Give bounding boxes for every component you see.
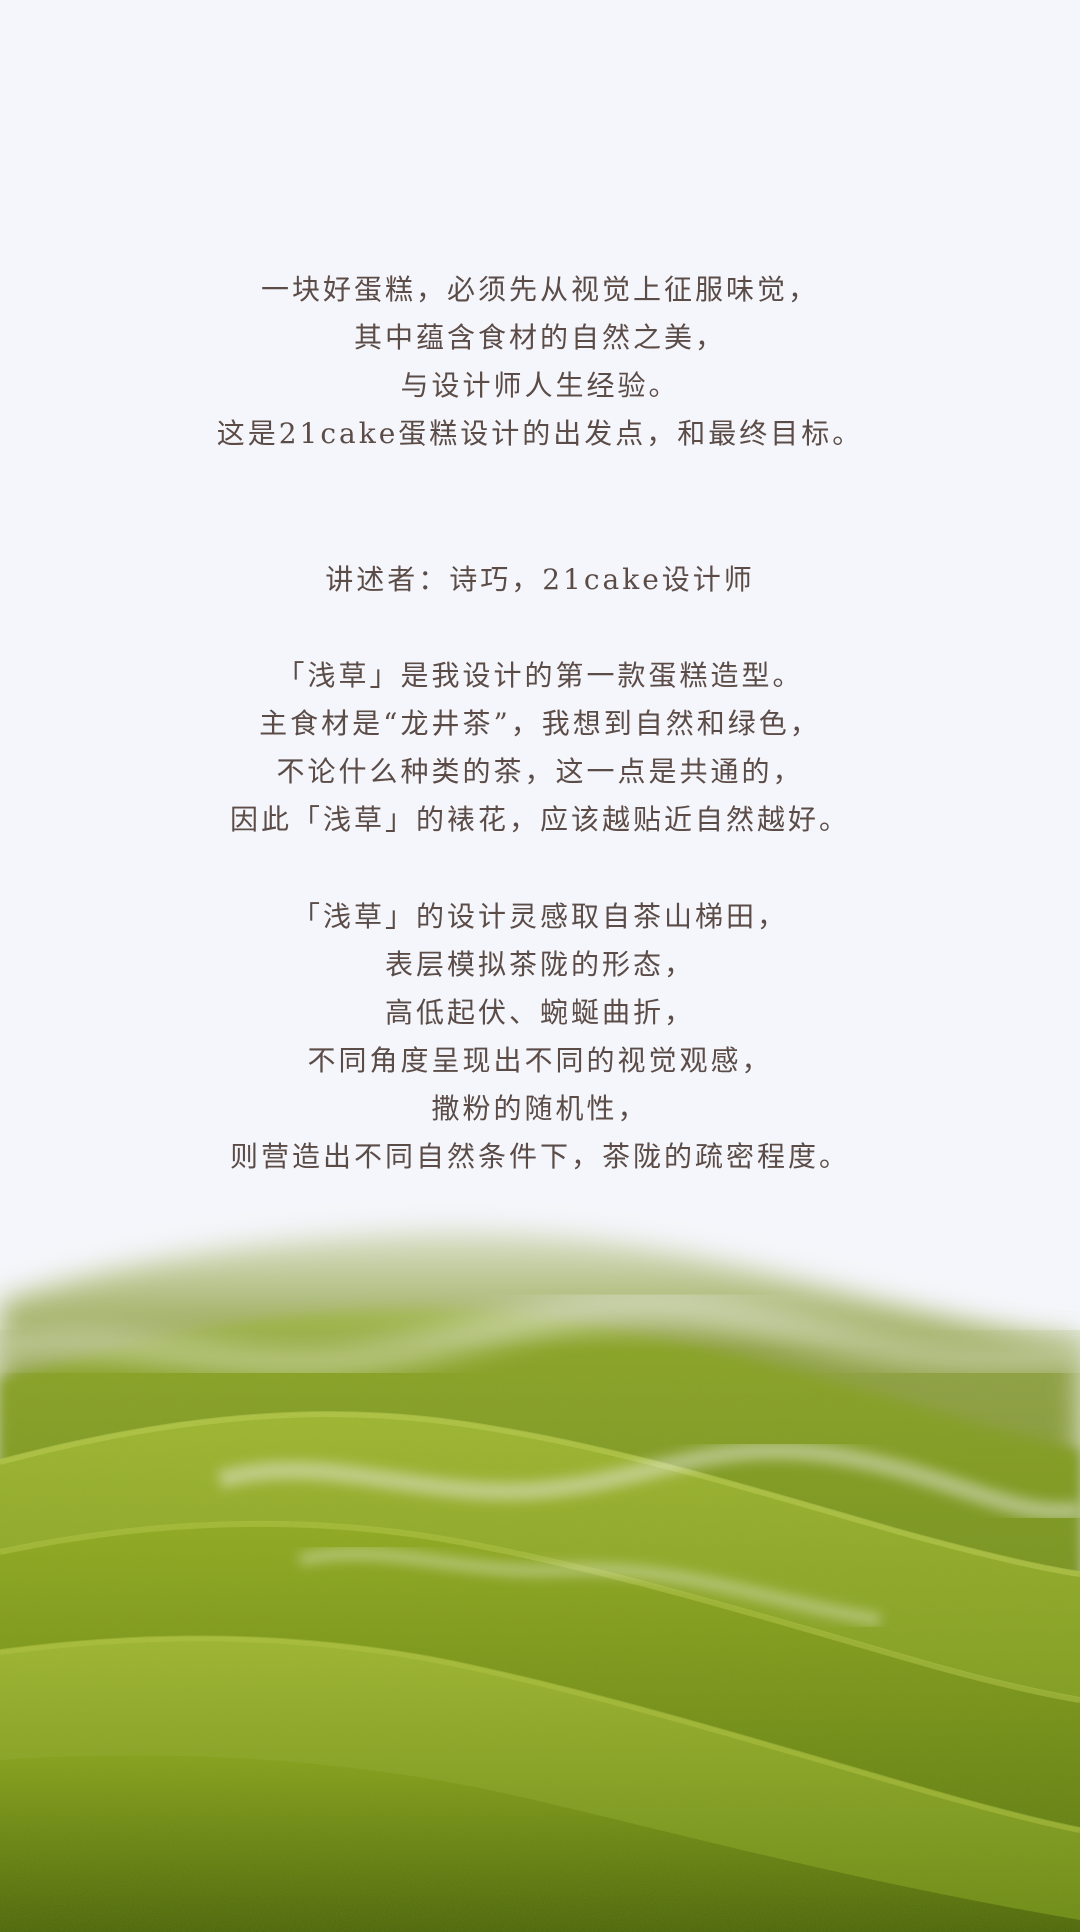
paragraph-line: 因此「浅草」的裱花，应该越贴近自然越好。 — [229, 803, 850, 836]
narrator-line: 讲述者：诗巧，21cake设计师 — [325, 563, 755, 596]
paragraph-line: 不论什么种类的茶，这一点是共通的， — [276, 755, 804, 788]
paragraph-line: 高低起伏、蜿蜒曲折， — [384, 996, 695, 1029]
matcha-terrace-illustration — [0, 1180, 1080, 1932]
top-fade — [0, 1180, 1080, 1350]
paragraph-line: 「浅草」是我设计的第一款蛋糕造型。 — [276, 659, 804, 692]
powder-texture — [0, 1330, 1080, 1932]
paragraph-inspiration: 「浅草」是我设计的第一款蛋糕造型。 主食材是“龙井茶”，我想到自然和绿色， 不论… — [0, 652, 1080, 844]
paragraph-line: 则营造出不同自然条件下，茶陇的疏密程度。 — [229, 1140, 850, 1173]
intro-line: 与设计师人生经验。 — [400, 369, 680, 402]
paragraph-design: 「浅草」的设计灵感取自茶山梯田， 表层模拟茶陇的形态， 高低起伏、蜿蜒曲折， 不… — [0, 893, 1080, 1181]
intro-line: 一块好蛋糕，必须先从视觉上征服味觉， — [260, 273, 819, 306]
intro-text: 一块好蛋糕，必须先从视觉上征服味觉， 其中蕴含食材的自然之美， 与设计师人生经验… — [0, 266, 1080, 458]
paragraph-line: 主食材是“龙井茶”，我想到自然和绿色， — [259, 707, 821, 740]
intro-line: 其中蕴含食材的自然之美， — [353, 321, 726, 354]
paragraph-line: 「浅草」的设计灵感取自茶山梯田， — [291, 900, 788, 933]
narrator-credit: 讲述者：诗巧，21cake设计师 — [0, 556, 1080, 604]
paragraph-line: 撒粉的随机性， — [431, 1092, 649, 1125]
paragraph-line: 不同角度呈现出不同的视觉观感， — [307, 1044, 773, 1077]
paragraph-line: 表层模拟茶陇的形态， — [384, 948, 695, 981]
intro-line: 这是21cake蛋糕设计的出发点，和最终目标。 — [216, 417, 864, 450]
matcha-terrace-image — [0, 1180, 1080, 1932]
